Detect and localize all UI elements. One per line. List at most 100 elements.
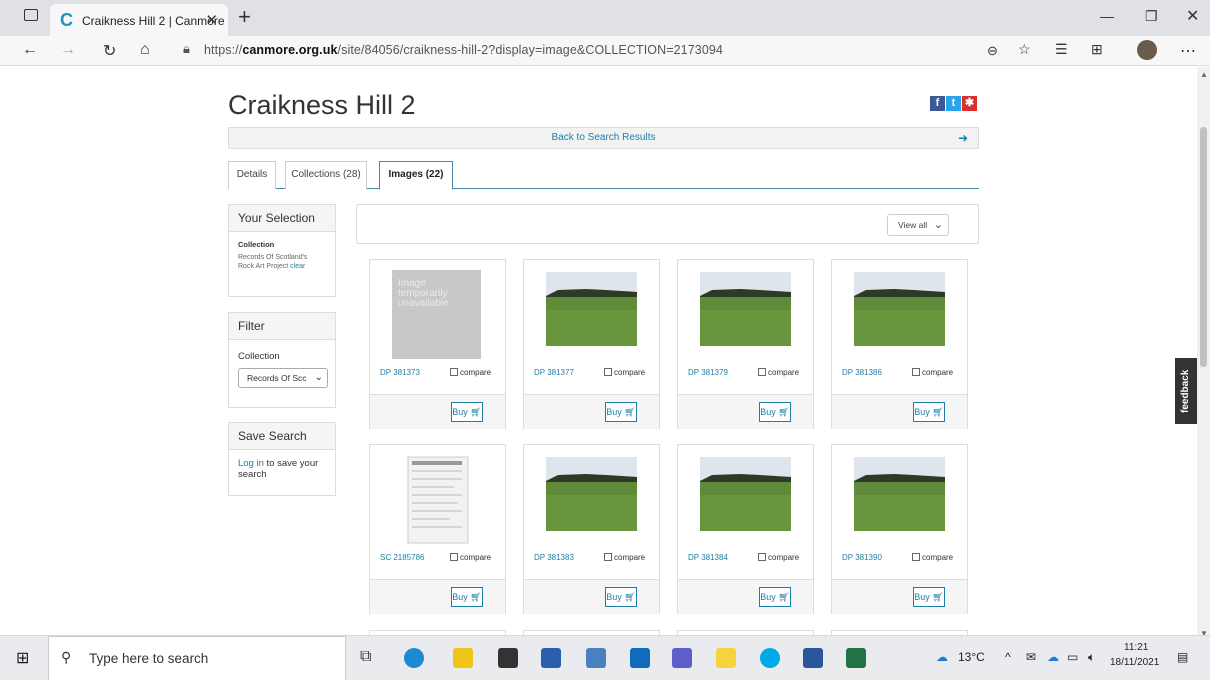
home-icon[interactable]: ⌂ — [140, 41, 150, 59]
profile-avatar[interactable] — [1137, 40, 1157, 60]
navigation-bar: ← → ↻ ⌂ 🔒︎ https://canmore.org.uk/site/8… — [0, 36, 1210, 66]
view-all-select[interactable]: View all ⌄ — [887, 214, 949, 236]
feedback-tab[interactable]: feedback — [1175, 358, 1197, 424]
refresh-icon[interactable]: ↻ — [103, 41, 116, 61]
compare-checkbox[interactable]: compare — [450, 553, 491, 562]
card-footer: Buy 🛒︎ — [370, 579, 505, 614]
image-thumbnail[interactable] — [546, 455, 637, 545]
buy-button[interactable]: Buy 🛒︎ — [913, 402, 945, 422]
compare-checkbox[interactable]: compare — [604, 368, 645, 377]
image-reference-link[interactable]: DP 381377 — [534, 368, 574, 377]
weather-temp[interactable]: 13°C — [958, 650, 985, 664]
buy-button[interactable]: Buy 🛒︎ — [605, 587, 637, 607]
image-reference-link[interactable]: DP 381384 — [688, 553, 728, 562]
powershell-icon[interactable] — [541, 648, 561, 668]
excel-icon[interactable] — [846, 648, 866, 668]
compare-checkbox[interactable]: compare — [758, 368, 799, 377]
outlook-icon[interactable] — [630, 648, 650, 668]
checkbox-icon[interactable] — [912, 368, 920, 376]
image-thumbnail[interactable] — [546, 270, 637, 360]
checkbox-icon[interactable] — [758, 368, 766, 376]
buy-button[interactable]: Buy 🛒︎ — [605, 402, 637, 422]
windows-start-icon[interactable]: ⊞ — [16, 648, 29, 668]
edge-browser-icon[interactable] — [404, 648, 424, 668]
buy-button[interactable]: Buy 🛒︎ — [759, 587, 791, 607]
file-explorer-icon[interactable] — [453, 648, 473, 668]
close-tab-icon[interactable]: ✕ — [205, 11, 218, 29]
tab-actions-icon[interactable] — [24, 9, 38, 21]
teams-icon[interactable] — [672, 648, 692, 668]
compare-checkbox[interactable]: compare — [912, 553, 953, 562]
favorite-star-icon[interactable]: ☆ — [1018, 41, 1031, 58]
checkbox-icon[interactable] — [604, 368, 612, 376]
buy-button[interactable]: Buy 🛒︎ — [913, 587, 945, 607]
skype-icon[interactable] — [760, 648, 780, 668]
image-thumbnail[interactable] — [854, 270, 945, 360]
minimize-icon[interactable]: — — [1100, 8, 1114, 24]
close-window-icon[interactable]: ✕ — [1186, 6, 1199, 26]
zoom-icon[interactable]: ⊖ — [987, 43, 998, 59]
show-hidden-icons-icon[interactable]: ^ — [1005, 650, 1011, 664]
restore-icon[interactable]: ❐ — [1145, 8, 1158, 25]
facebook-icon[interactable]: f — [930, 96, 945, 111]
more-options-icon[interactable]: ⋯ — [1180, 41, 1196, 61]
taskbar-search[interactable]: ⚲ Type here to search — [48, 636, 346, 680]
network-icon[interactable]: ▭ — [1067, 650, 1078, 664]
back-arrow-icon[interactable]: ← — [22, 41, 38, 59]
buy-button[interactable]: Buy 🛒︎ — [451, 402, 483, 422]
checkbox-icon[interactable] — [450, 368, 458, 376]
image-thumbnail[interactable] — [700, 270, 791, 360]
new-tab-icon[interactable]: + — [238, 4, 251, 30]
volume-icon[interactable]: 🔈︎ — [1088, 650, 1095, 665]
onedrive-icon[interactable]: ☁ — [1047, 650, 1059, 664]
buy-button[interactable]: Buy 🛒︎ — [451, 587, 483, 607]
collections-icon[interactable]: ⊞ — [1091, 41, 1103, 58]
mail-icon[interactable]: ✉ — [1026, 650, 1036, 664]
image-thumbnail[interactable]: Image temporarily unavailable — [392, 270, 483, 360]
image-reference-link[interactable]: DP 381379 — [688, 368, 728, 377]
terminal-icon[interactable] — [498, 648, 518, 668]
favorites-icon[interactable]: ☰ — [1055, 41, 1068, 58]
checkbox-icon[interactable] — [758, 553, 766, 561]
card-footer: Buy 🛒︎ — [832, 394, 967, 429]
checkbox-icon[interactable] — [912, 553, 920, 561]
image-reference-link[interactable]: DP 381373 — [380, 368, 420, 377]
twitter-icon[interactable]: t — [946, 96, 961, 111]
scrollbar-thumb[interactable] — [1200, 127, 1207, 367]
image-unavailable-placeholder[interactable]: Image temporarily unavailable — [392, 270, 481, 359]
clock-date[interactable]: 18/11/2021 — [1110, 657, 1159, 668]
collection-select[interactable]: Records Of Scc ⌄ — [238, 368, 328, 388]
notifications-icon[interactable]: ▤ — [1177, 650, 1188, 664]
checkbox-icon[interactable] — [604, 553, 612, 561]
scroll-up-icon[interactable]: ▲ — [1200, 70, 1208, 79]
tab-images[interactable]: Images (22) — [379, 161, 453, 190]
compare-checkbox[interactable]: compare — [450, 368, 491, 377]
compare-checkbox[interactable]: compare — [758, 553, 799, 562]
address-bar[interactable]: 🔒︎ https://canmore.org.uk/site/84056/cra… — [183, 41, 1013, 61]
image-thumbnail[interactable] — [854, 455, 945, 545]
tab-collections[interactable]: Collections (28) — [285, 161, 367, 189]
page-scrollbar[interactable]: ▲ ▼ — [1197, 67, 1210, 638]
forward-arrow-icon[interactable]: → — [60, 41, 76, 59]
buy-button[interactable]: Buy 🛒︎ — [759, 402, 791, 422]
image-reference-link[interactable]: DP 381390 — [842, 553, 882, 562]
share-icon[interactable]: ✱ — [962, 96, 977, 111]
word-icon[interactable] — [803, 648, 823, 668]
back-to-search-results-link[interactable]: Back to Search Results ➜ — [228, 127, 979, 149]
clock-time[interactable]: 11:21 — [1124, 642, 1148, 653]
sticky-notes-icon[interactable] — [716, 648, 736, 668]
app-icon[interactable] — [586, 648, 606, 668]
browser-tab[interactable]: C Craikness Hill 2 | Canmore ✕ — [50, 4, 228, 36]
tab-details[interactable]: Details — [228, 161, 276, 189]
image-thumbnail[interactable] — [700, 455, 791, 545]
image-reference-link[interactable]: SC 2185786 — [380, 553, 424, 562]
image-thumbnail[interactable] — [392, 455, 483, 545]
log-in-link[interactable]: Log in — [238, 458, 264, 469]
image-reference-link[interactable]: DP 381383 — [534, 553, 574, 562]
clear-selection-link[interactable]: clear — [290, 263, 305, 270]
compare-checkbox[interactable]: compare — [604, 553, 645, 562]
image-reference-link[interactable]: DP 381386 — [842, 368, 882, 377]
task-view-icon[interactable]: ⧉ — [360, 648, 371, 666]
compare-checkbox[interactable]: compare — [912, 368, 953, 377]
checkbox-icon[interactable] — [450, 553, 458, 561]
